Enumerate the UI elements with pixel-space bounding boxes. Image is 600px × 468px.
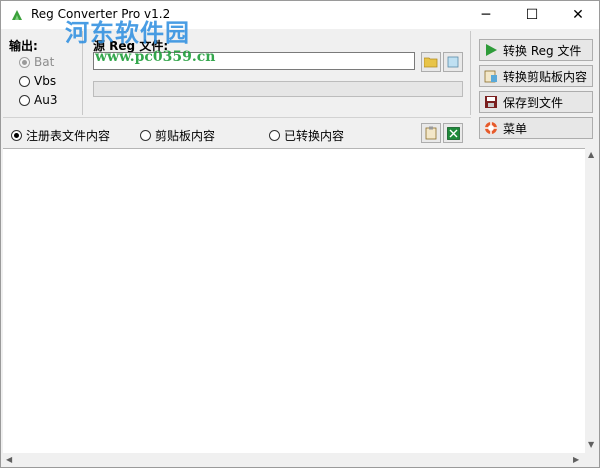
horizontal-scrollbar[interactable]: ◀ ▶ bbox=[3, 453, 585, 467]
convert-reg-label: 转换 Reg 文件 bbox=[503, 43, 582, 58]
lifebuoy-icon bbox=[485, 122, 497, 134]
vertical-scrollbar[interactable]: ▲ ▼ bbox=[585, 148, 599, 453]
save-disk-icon bbox=[485, 96, 497, 108]
scroll-left-icon[interactable]: ◀ bbox=[6, 455, 12, 464]
watermark-logo-text: 河东软件园 bbox=[65, 19, 190, 47]
scroll-down-icon[interactable]: ▼ bbox=[588, 440, 594, 449]
radio-view-registry[interactable]: 注册表文件内容 bbox=[11, 127, 110, 144]
maximize-button[interactable]: ☐ bbox=[509, 1, 555, 29]
radio-label: Au3 bbox=[34, 93, 58, 107]
browse-button[interactable] bbox=[443, 52, 463, 72]
radio-output-vbs[interactable]: Vbs bbox=[19, 74, 56, 88]
output-label: 输出: bbox=[9, 39, 38, 53]
convert-clipboard-button[interactable]: 转换剪贴板内容 bbox=[479, 65, 593, 87]
scrollbar-corner bbox=[585, 453, 599, 467]
clipboard-convert-icon bbox=[484, 70, 497, 83]
app-window: Reg Converter Pro v1.2 ─ ☐ ✕ 输出: Bat Vbs… bbox=[0, 0, 600, 468]
watermark-url: www.pc0359.cn bbox=[95, 49, 216, 65]
document-icon bbox=[447, 56, 459, 68]
save-to-file-label: 保存到文件 bbox=[503, 95, 564, 110]
radio-label: Bat bbox=[34, 55, 55, 69]
play-icon bbox=[486, 44, 497, 56]
radio-output-bat[interactable]: Bat bbox=[19, 55, 54, 69]
radio-label: 已转换内容 bbox=[284, 129, 345, 143]
open-folder-button[interactable] bbox=[421, 52, 441, 72]
radio-output-au3[interactable]: Au3 bbox=[19, 93, 57, 107]
content-text-area[interactable] bbox=[3, 148, 585, 454]
save-to-file-button[interactable]: 保存到文件 bbox=[479, 91, 593, 113]
radio-view-clipboard[interactable]: 剪贴板内容 bbox=[140, 127, 215, 144]
radio-indicator bbox=[140, 130, 151, 141]
app-icon bbox=[12, 10, 22, 20]
radio-view-converted[interactable]: 已转换内容 bbox=[269, 127, 344, 144]
sheet-button[interactable] bbox=[443, 123, 463, 143]
progress-bar bbox=[93, 81, 463, 97]
scroll-up-icon[interactable]: ▲ bbox=[588, 150, 594, 159]
menu-label: 菜单 bbox=[503, 121, 528, 136]
menu-button[interactable]: 菜单 bbox=[479, 117, 593, 139]
radio-indicator bbox=[19, 56, 30, 68]
radio-indicator bbox=[269, 130, 280, 141]
scroll-right-icon[interactable]: ▶ bbox=[573, 455, 579, 464]
close-button[interactable]: ✕ bbox=[555, 1, 600, 29]
view-options-bar: 注册表文件内容 剪贴板内容 已转换内容 bbox=[3, 117, 471, 147]
folder-open-icon bbox=[424, 57, 438, 68]
clipboard-button[interactable] bbox=[421, 123, 441, 143]
convert-clipboard-label: 转换剪贴板内容 bbox=[503, 69, 588, 84]
radio-indicator bbox=[11, 130, 22, 141]
minimize-button[interactable]: ─ bbox=[463, 1, 509, 29]
clipboard-icon bbox=[425, 126, 437, 140]
sheet-icon bbox=[446, 126, 460, 140]
convert-reg-button[interactable]: 转换 Reg 文件 bbox=[479, 39, 593, 61]
radio-label: 剪贴板内容 bbox=[155, 129, 216, 143]
radio-label: 注册表文件内容 bbox=[26, 129, 111, 143]
radio-indicator bbox=[19, 94, 30, 106]
radio-label: Vbs bbox=[34, 74, 57, 88]
radio-indicator bbox=[19, 75, 30, 87]
